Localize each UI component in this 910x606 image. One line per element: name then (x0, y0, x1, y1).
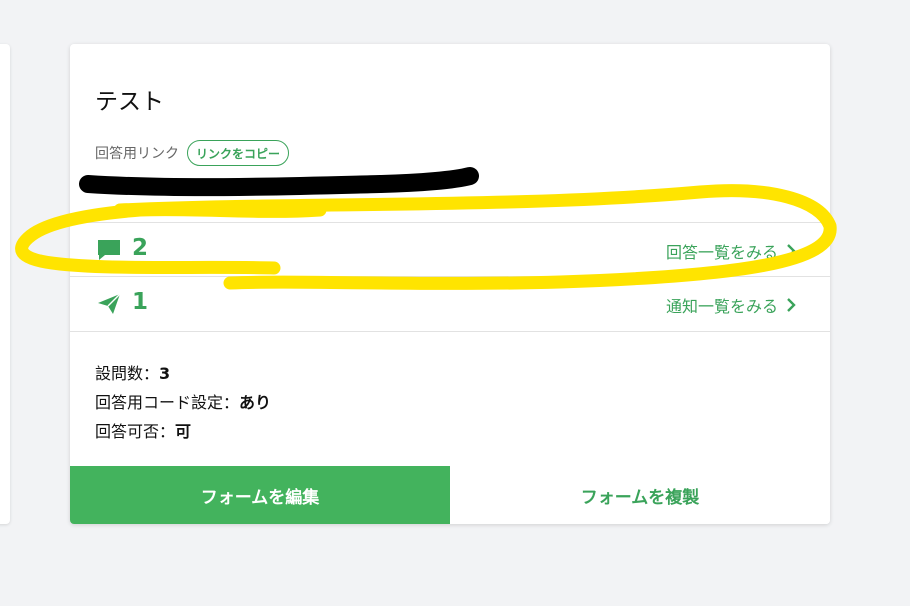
view-responses-link[interactable]: 回答一覧をみる (666, 239, 796, 263)
edit-form-button[interactable]: フォームを編集 (70, 466, 450, 524)
responses-row: 2 回答一覧をみる (70, 222, 830, 277)
view-notifications-link[interactable]: 通知一覧をみる (666, 293, 796, 317)
accepting-answers-value: 可 (175, 422, 192, 441)
copy-link-button[interactable]: リンクをコピー (187, 140, 290, 166)
responses-count: 2 (132, 235, 149, 261)
question-count: 設問数：3 (95, 359, 271, 388)
page: テスト 回答用リンク リンクをコピー 2 回答一覧をみる 1 通知一覧をみる 設… (0, 0, 910, 606)
view-notifications-label: 通知一覧をみる (665, 297, 778, 316)
form-title: テスト (95, 89, 164, 115)
form-meta: 設問数：3 回答用コード設定：あり 回答可否：可 (95, 359, 271, 446)
view-responses-label: 回答一覧をみる (665, 243, 778, 262)
duplicate-form-button[interactable]: フォームを複製 (450, 466, 830, 524)
answer-code-label: 回答用コード設定： (95, 393, 240, 412)
answer-link-label: 回答用リンク (95, 146, 179, 162)
answer-link-row: 回答用リンク リンクをコピー (95, 140, 290, 166)
notifications-count: 1 (132, 289, 149, 315)
accepting-answers-label: 回答可否： (95, 422, 176, 441)
question-count-label: 設問数： (95, 364, 160, 383)
chevron-right-icon (787, 298, 796, 312)
notifications-row: 1 通知一覧をみる (70, 276, 830, 332)
chat-bubble-icon (98, 240, 120, 260)
answer-code-value: あり (239, 393, 272, 412)
adjacent-form-card (0, 44, 10, 524)
answer-code-setting: 回答用コード設定：あり (95, 388, 271, 417)
paper-plane-icon (98, 293, 121, 314)
chevron-right-icon (787, 244, 796, 258)
form-card: テスト 回答用リンク リンクをコピー 2 回答一覧をみる 1 通知一覧をみる 設… (70, 44, 830, 524)
question-count-value: 3 (159, 364, 171, 383)
accepting-answers: 回答可否：可 (95, 417, 271, 446)
